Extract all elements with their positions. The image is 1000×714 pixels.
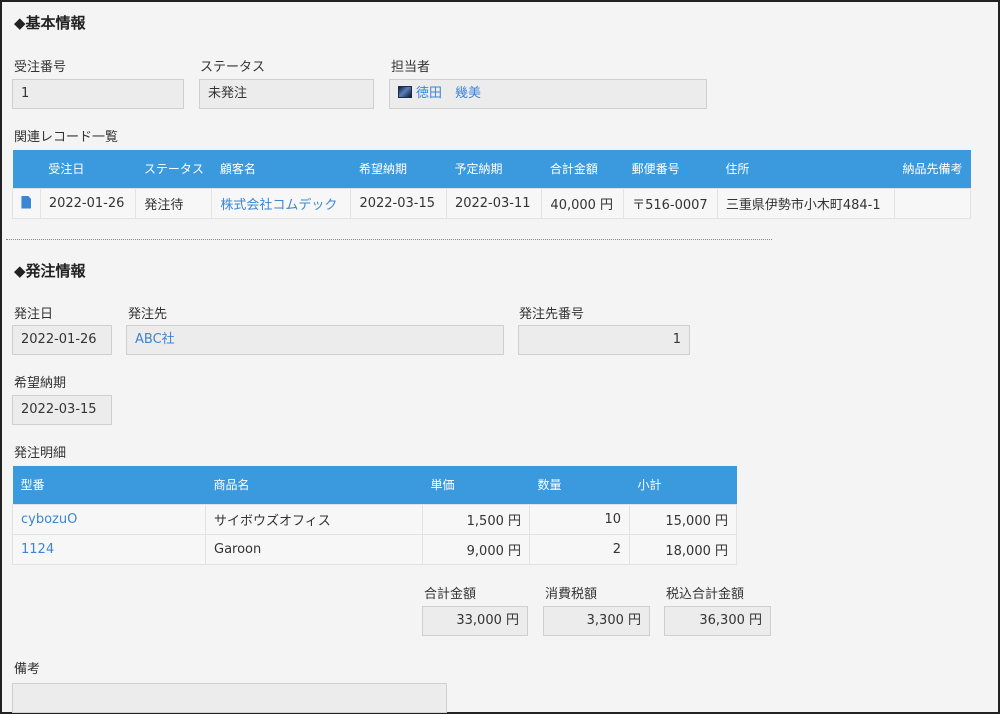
status-label: ステータス (200, 60, 266, 75)
cell-subtotal: 15,000 円 (629, 503, 737, 535)
supplier-label: 発注先 (128, 307, 168, 322)
order-details-table: 型番 商品名 単価 数量 小計 cybozuO サイボウズオフィス 1,500 … (12, 466, 737, 565)
cell-quantity: 2 (529, 533, 630, 565)
cell-planned-date: 2022-03-11 (445, 187, 543, 219)
table-row: cybozuO サイボウズオフィス 1,500 円 10 15,000 円 (12, 503, 737, 535)
col-total: 合計金額 (541, 150, 624, 188)
order-no-field: 1 (12, 79, 184, 109)
cell-postal: 〒516-0007 (623, 187, 718, 219)
desired-date-label: 希望納期 (14, 376, 67, 391)
assignee-field: 徳田 幾美 (389, 79, 707, 109)
table-row: 2022-01-26 発注待 株式会社コムデック 2022-03-15 2022… (12, 187, 972, 219)
supplier-field[interactable]: ABC社 (126, 325, 504, 355)
cell-delivery-note (893, 187, 972, 219)
col-planned-date: 予定納期 (446, 150, 542, 188)
order-details-label: 発注明細 (14, 446, 67, 461)
related-table-header: 受注日 ステータス 顧客名 希望納期 予定納期 合計金額 郵便番号 住所 納品先… (12, 150, 971, 188)
grand-total-field: 36,300 円 (664, 606, 771, 636)
section-title-basic: ◆基本情報 (14, 14, 86, 32)
col-icon (12, 150, 41, 188)
cell-status: 発注待 (135, 187, 213, 219)
col-delivery-note: 納品先備考 (894, 150, 971, 188)
user-avatar-icon (398, 86, 412, 98)
section-title-order: ◆発注情報 (14, 262, 86, 280)
record-link-cell[interactable] (12, 187, 41, 219)
col-customer: 顧客名 (211, 150, 351, 188)
section-divider (6, 239, 772, 240)
table-row: 1124 Garoon 9,000 円 2 18,000 円 (12, 533, 737, 565)
grand-total-label: 税込合計金額 (666, 587, 745, 602)
col-order-date: 受注日 (40, 150, 136, 188)
related-records-table: 受注日 ステータス 顧客名 希望納期 予定納期 合計金額 郵便番号 住所 納品先… (12, 150, 972, 219)
details-table-header: 型番 商品名 単価 数量 小計 (12, 466, 737, 504)
cell-model-link[interactable]: cybozuO (12, 503, 206, 535)
document-icon[interactable] (21, 195, 32, 209)
col-status: ステータス (135, 150, 212, 188)
cell-desired-date: 2022-03-15 (350, 187, 447, 219)
note-label: 備考 (14, 662, 41, 677)
cell-order-date: 2022-01-26 (39, 187, 137, 219)
cell-model-link[interactable]: 1124 (12, 533, 206, 565)
col-quantity: 数量 (529, 466, 630, 504)
note-field (12, 683, 447, 713)
supplier-no-field: 1 (518, 325, 690, 355)
cell-quantity: 10 (529, 503, 630, 535)
supplier-no-label: 発注先番号 (519, 307, 585, 322)
cell-customer-link[interactable]: 株式会社コムデック (211, 187, 352, 219)
col-model: 型番 (12, 466, 206, 504)
assignee-link[interactable]: 徳田 幾美 (416, 86, 481, 101)
col-postal: 郵便番号 (623, 150, 718, 188)
col-product: 商品名 (205, 466, 423, 504)
cell-product: Garoon (205, 533, 423, 565)
tax-label: 消費税額 (545, 587, 598, 602)
desired-date-field: 2022-03-15 (12, 395, 112, 425)
record-view: ◆基本情報 受注番号 1 ステータス 未発注 担当者 徳田 幾美 関連レコード一… (0, 0, 1000, 714)
col-unit-price: 単価 (422, 466, 530, 504)
tax-field: 3,300 円 (543, 606, 650, 636)
cell-subtotal: 18,000 円 (629, 533, 737, 565)
related-records-label: 関連レコード一覧 (14, 130, 119, 145)
order-date-field: 2022-01-26 (12, 325, 112, 355)
total-label: 合計金額 (424, 587, 477, 602)
col-subtotal: 小計 (629, 466, 737, 504)
order-date-label: 発注日 (14, 307, 54, 322)
col-address: 住所 (717, 150, 895, 188)
cell-unit-price: 1,500 円 (422, 503, 530, 535)
order-no-label: 受注番号 (14, 60, 67, 75)
col-desired-date: 希望納期 (350, 150, 447, 188)
cell-address: 三重県伊勢市小木町484-1 (716, 187, 895, 219)
assignee-label: 担当者 (391, 60, 431, 75)
cell-product: サイボウズオフィス (205, 503, 423, 535)
cell-total: 40,000 円 (541, 187, 625, 219)
status-field: 未発注 (199, 79, 374, 109)
cell-unit-price: 9,000 円 (422, 533, 530, 565)
total-field: 33,000 円 (422, 606, 528, 636)
